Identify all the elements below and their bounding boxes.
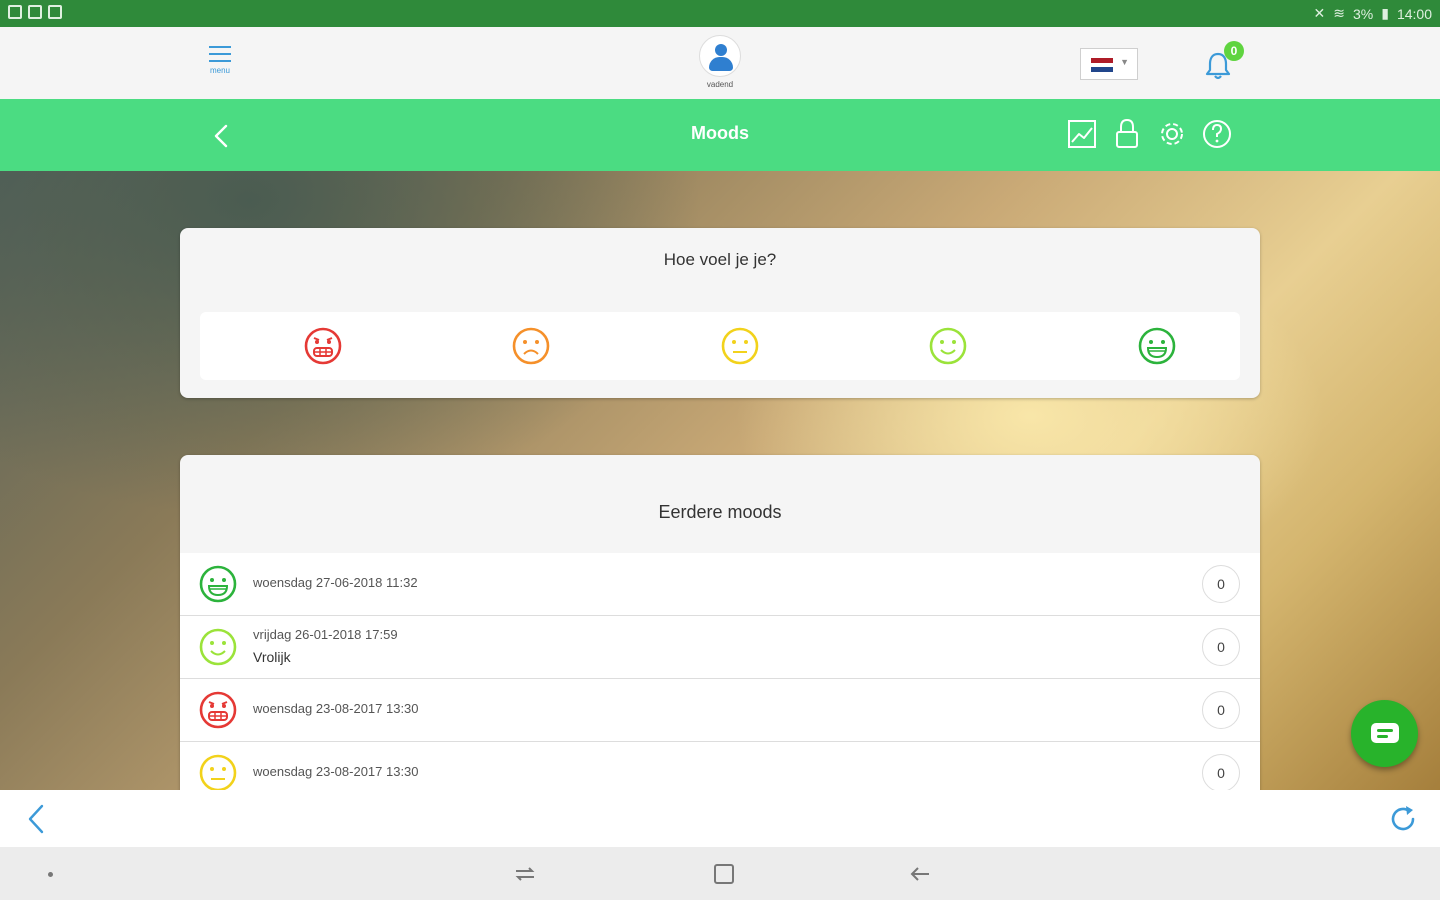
status-bar: ✕ ≋ 3% ▮ 14:00 — [0, 0, 1440, 27]
chevron-down-icon: ▼ — [1120, 57, 1129, 67]
battery-level: 3% — [1353, 5, 1374, 22]
menu-button[interactable]: menu — [202, 43, 238, 83]
back-arrow-icon[interactable] — [205, 119, 239, 153]
grin-face-icon — [199, 565, 237, 603]
mute-icon: ✕ — [1313, 5, 1326, 21]
image-icon — [28, 5, 42, 19]
sad-face-icon[interactable] — [511, 326, 551, 366]
neutral-face-icon — [199, 754, 237, 790]
lock-icon[interactable] — [1111, 117, 1143, 151]
entry-date: woensdag 23-08-2017 13:30 — [253, 764, 419, 779]
page-title: Moods — [691, 123, 749, 143]
keyboard-dot-icon — [48, 872, 53, 877]
angry-face-icon[interactable] — [303, 326, 343, 366]
comment-count[interactable]: 0 — [1202, 628, 1240, 666]
entry-date: woensdag 23-08-2017 13:30 — [253, 701, 419, 716]
main-content: Hoe voel je je? Eerdere moods woensdag 2… — [0, 171, 1440, 790]
media-icon — [8, 5, 22, 19]
comment-count[interactable]: 0 — [1202, 754, 1240, 790]
smile-face-icon[interactable] — [928, 326, 968, 366]
browser-back-icon[interactable] — [22, 802, 52, 836]
wifi-icon: ≋ — [1333, 5, 1345, 21]
app-header: menu vadend ▼ 0 — [0, 27, 1440, 99]
entry-date: woensdag 27-06-2018 11:32 — [253, 575, 418, 590]
system-back-icon[interactable] — [907, 862, 933, 886]
entry-note: Vrolijk — [253, 649, 291, 665]
recent-apps-icon[interactable] — [512, 862, 538, 886]
notification-icons — [8, 5, 62, 19]
list-item[interactable]: woensdag 23-08-2017 13:30 0 — [180, 742, 1260, 790]
list-item[interactable]: woensdag 27-06-2018 11:32 0 — [180, 553, 1260, 616]
reload-icon[interactable] — [1386, 802, 1420, 836]
home-icon[interactable] — [711, 862, 737, 886]
history-list: woensdag 27-06-2018 11:32 0 vrijdag 26-0… — [180, 553, 1260, 790]
mood-picker-card: Hoe voel je je? — [180, 228, 1260, 398]
clock: 14:00 — [1396, 5, 1432, 22]
hamburger-icon — [209, 46, 231, 62]
profile-button[interactable]: vadend — [697, 35, 743, 89]
smile-face-icon — [199, 628, 237, 666]
comment-count[interactable]: 0 — [1202, 565, 1240, 603]
mood-history-card: Eerdere moods woensdag 27-06-2018 11:32 … — [180, 455, 1260, 790]
battery-icon: ▮ — [1381, 5, 1389, 21]
list-item[interactable]: vrijdag 26-01-2018 17:59 Vrolijk 0 — [180, 616, 1260, 679]
neutral-face-icon[interactable] — [720, 326, 760, 366]
comment-count[interactable]: 0 — [1202, 691, 1240, 729]
user-avatar-icon — [699, 35, 741, 77]
help-icon[interactable] — [1201, 117, 1233, 151]
mood-options — [200, 312, 1240, 380]
list-item[interactable]: woensdag 23-08-2017 13:30 0 — [180, 679, 1260, 742]
browser-toolbar — [0, 790, 1440, 847]
chart-icon[interactable] — [1066, 117, 1098, 151]
chat-icon — [1371, 723, 1399, 743]
entry-date: vrijdag 26-01-2018 17:59 — [253, 627, 398, 642]
history-title: Eerdere moods — [658, 502, 782, 522]
gear-icon[interactable] — [1156, 117, 1188, 151]
angry-face-icon — [199, 691, 237, 729]
chat-button[interactable] — [1351, 700, 1418, 767]
download-icon — [48, 5, 62, 19]
system-navigation-bar — [0, 847, 1440, 900]
profile-label: vadend — [706, 80, 734, 89]
dutch-flag-icon — [1091, 58, 1113, 72]
language-select[interactable]: ▼ — [1080, 48, 1138, 80]
mood-question: Hoe voel je je? — [663, 250, 777, 269]
notification-badge: 0 — [1224, 41, 1244, 61]
grin-face-icon[interactable] — [1137, 326, 1177, 366]
page-toolbar: Moods — [0, 99, 1440, 171]
menu-label: menu — [209, 66, 230, 75]
